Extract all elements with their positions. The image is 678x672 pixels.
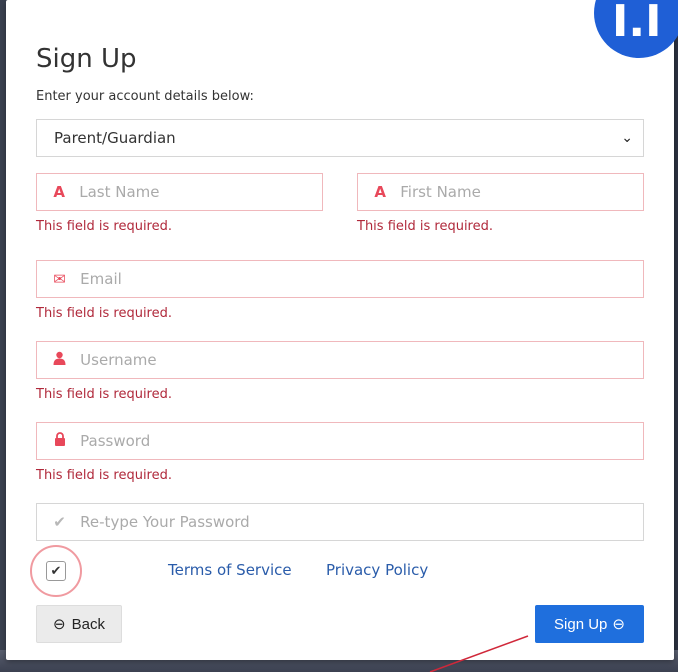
annotation-arrow [429,635,529,672]
